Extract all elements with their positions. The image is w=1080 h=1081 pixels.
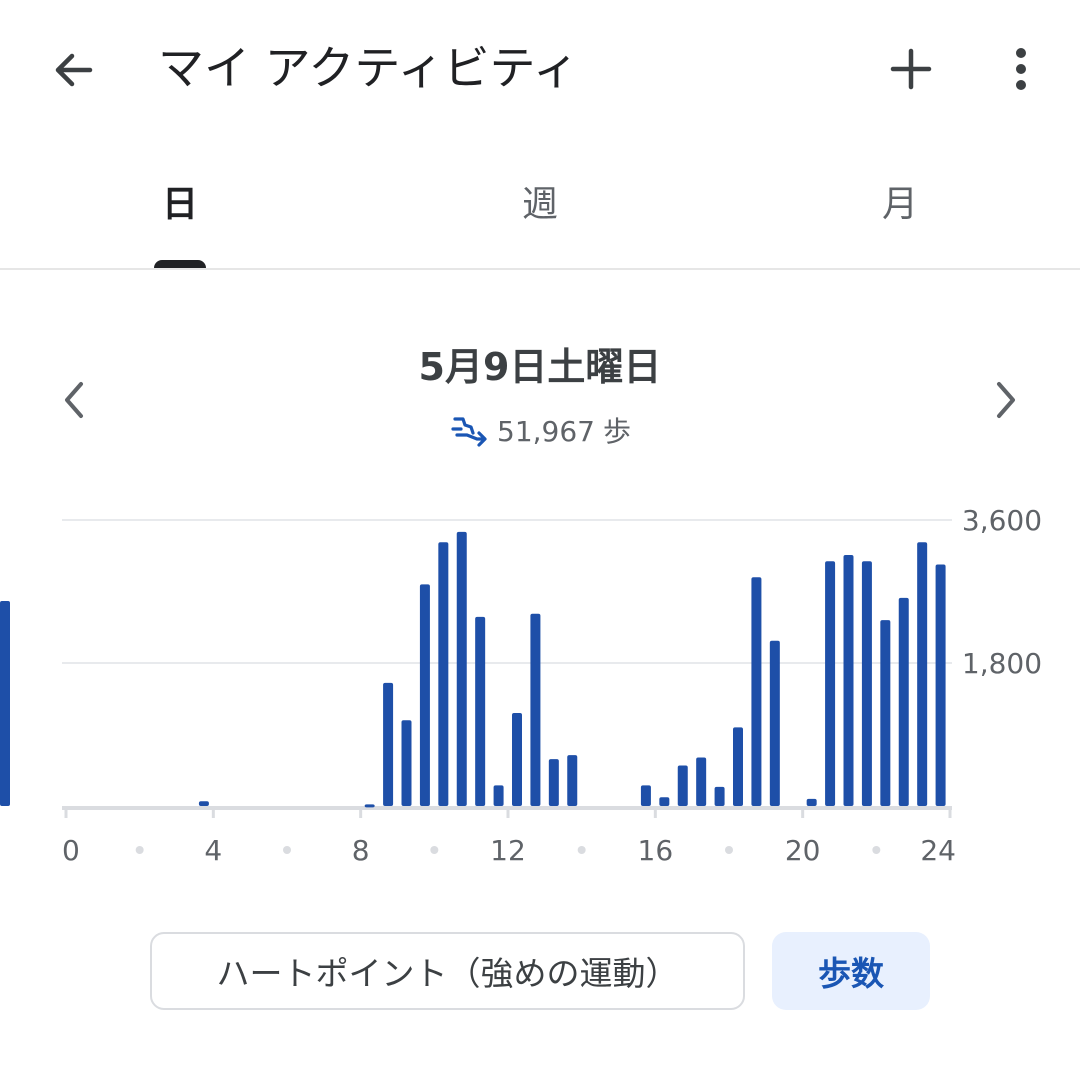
period-tabs: 日 週 月	[0, 140, 1080, 270]
step-bar	[0, 601, 10, 806]
tab-month[interactable]: 月	[840, 180, 960, 230]
x-minor-dot	[135, 846, 144, 854]
chart-canvas: 3,600 1,800 0 4 8 12 16 20 24	[0, 504, 1042, 867]
total-steps-unit: 歩	[602, 415, 631, 448]
x-tick-label: 12	[490, 834, 526, 867]
step-bar	[438, 542, 449, 806]
step-bar	[493, 785, 504, 806]
selected-date: 5月9日土曜日	[418, 345, 662, 389]
total-steps: 51,967 歩	[0, 412, 1080, 452]
step-bar	[364, 804, 375, 808]
tab-week[interactable]: 週	[480, 180, 600, 230]
x-tick-label: 8	[352, 834, 370, 867]
step-bar	[898, 597, 909, 806]
x-tick-label: 24	[920, 834, 956, 867]
step-bar	[548, 759, 559, 806]
step-bar	[383, 682, 394, 806]
total-steps-value: 51,967	[497, 415, 595, 448]
x-minor-dot	[725, 846, 733, 854]
step-bar	[733, 727, 743, 806]
step-bar	[677, 765, 688, 806]
step-bar	[843, 554, 854, 806]
step-bar	[917, 542, 928, 806]
step-bar	[861, 561, 872, 806]
step-bar	[696, 757, 707, 806]
x-minor-dot	[283, 846, 291, 854]
y-tick-label: 1,800	[962, 647, 1042, 680]
step-bar	[769, 640, 780, 806]
arrow-back-icon	[55, 53, 93, 87]
more-options-button[interactable]	[990, 36, 1052, 102]
step-bar	[640, 785, 651, 806]
step-bar	[935, 564, 946, 806]
x-tick-label: 20	[785, 834, 821, 867]
step-bar	[567, 755, 578, 806]
y-tick-label: 3,600	[962, 504, 1042, 537]
x-tick-label: 4	[204, 834, 222, 867]
page-title: マイ アクティビティ	[158, 41, 579, 95]
x-minor-dot	[430, 846, 439, 854]
heart-points-chip[interactable]: ハートポイント（強めの運動）	[150, 932, 745, 1010]
step-bar	[512, 713, 522, 806]
step-bar	[659, 797, 670, 806]
step-bar	[419, 584, 430, 806]
tab-day[interactable]: 日	[120, 180, 240, 230]
step-bar	[198, 801, 209, 806]
plus-icon	[890, 48, 932, 90]
x-minor-dot	[577, 846, 586, 854]
step-bar	[456, 531, 467, 806]
date-header: 5月9日土曜日 51,967 歩	[0, 330, 1080, 470]
step-bar	[530, 613, 541, 806]
x-tick-label: 16	[638, 834, 674, 867]
hourly-steps-chart: 3,600 1,800 0 4 8 12 16 20 24	[0, 490, 1080, 890]
step-bar	[825, 561, 836, 806]
add-button[interactable]	[878, 36, 944, 102]
step-bar	[751, 577, 762, 806]
step-bar	[401, 720, 412, 806]
steps-chip[interactable]: 歩数	[772, 932, 930, 1010]
step-bar	[714, 786, 725, 806]
more-vert-icon	[1016, 48, 1026, 90]
back-button[interactable]	[40, 38, 108, 102]
step-bar	[806, 798, 817, 806]
x-minor-dot	[872, 846, 881, 854]
step-bar	[475, 616, 486, 806]
step-bar	[880, 620, 891, 806]
x-tick-label: 0	[62, 834, 80, 867]
app-bar: マイ アクティビティ	[0, 0, 1080, 140]
chevron-right-icon	[997, 382, 1015, 418]
active-tab-indicator	[154, 260, 206, 268]
shoe-icon	[449, 415, 489, 449]
next-day-button[interactable]	[976, 370, 1036, 430]
